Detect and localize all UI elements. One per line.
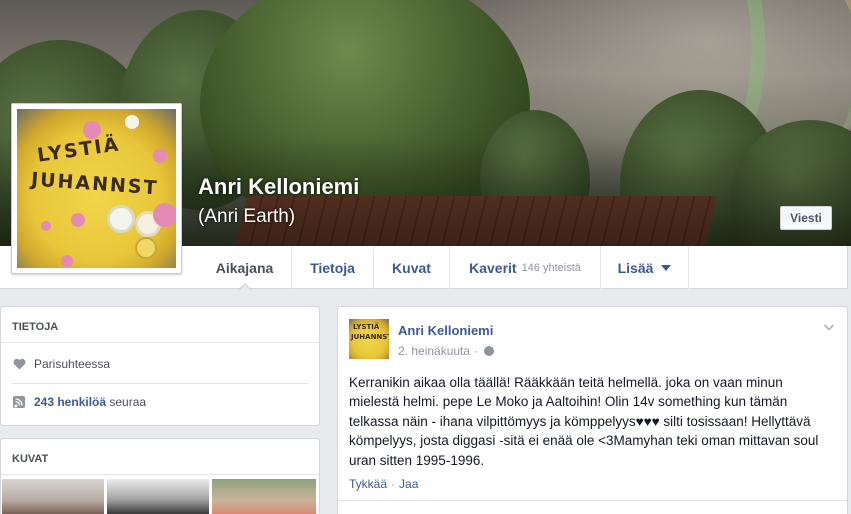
tab-label: Tietoja [310,259,355,276]
cake-text-line1: LYSTIÄ [353,323,380,331]
tab-label: Kuvat [392,259,431,276]
timeline-post: LYSTIÄ JUHANNST Anri Kelloniemi 2. heinä… [337,306,848,514]
about-title: TIETOJA [1,307,319,343]
post-date[interactable]: 2. heinäkuuta [398,344,470,358]
cake-flower [41,221,51,231]
heart-icon [12,357,26,371]
cake-text-line2: JUHANNST [351,333,389,341]
cake-flower [153,149,167,163]
cake-flower [107,205,135,233]
relationship-row[interactable]: Parisuhteessa [12,357,110,371]
cake-flower [71,213,85,227]
chevron-down-icon[interactable] [823,321,835,333]
relationship-status: Parisuhteessa [34,357,111,371]
photo-thumbnail[interactable] [2,479,104,514]
divider [12,383,308,384]
cake-flower [135,237,157,259]
followers-label: seuraa [106,395,147,409]
tab-more[interactable]: Lisää [601,246,689,289]
mutual-friends-count: 146 yhteistä [521,261,581,274]
followers-row[interactable]: 243 henkilöä seuraa [12,395,146,409]
tab-label: Lisää [617,259,654,276]
tab-friends[interactable]: Kaverit 146 yhteistä [450,246,601,289]
tab-timeline[interactable]: Aikajana [198,246,292,291]
post-meta: 2. heinäkuuta · [398,344,495,358]
photo-thumbnail[interactable] [212,479,316,514]
tab-photos[interactable]: Kuvat [374,246,450,289]
like-link[interactable]: Tykkää [349,477,387,491]
profile-alternate-name: (Anri Earth) [198,206,296,227]
meta-separator: · [474,344,479,358]
message-button[interactable]: Viesti [780,206,832,230]
divider [338,500,847,501]
action-separator: · [391,477,396,491]
globe-icon[interactable] [484,346,495,356]
tab-label: Kaverit [469,259,517,276]
cake-flower [61,255,73,267]
followers-count: 243 henkilöä [34,395,107,409]
rss-icon [12,395,26,409]
cake-flower [125,115,139,129]
cake-text-line1: LYSTIÄ [35,133,122,167]
share-link[interactable]: Jaa [399,477,418,491]
cake-flower [153,203,176,227]
photos-title: KUVAT [1,439,319,475]
tab-about[interactable]: Tietoja [292,246,374,289]
post-author-name[interactable]: Anri Kelloniemi [398,323,493,338]
tab-label: Aikajana [215,259,274,276]
post-text: Kerranikin aikaa olla täällä! Rääkkään t… [349,375,819,468]
post-actions: Tykkää · Jaa [349,477,418,491]
post-author-avatar[interactable]: LYSTIÄ JUHANNST [349,319,389,359]
cake-image: LYSTIÄ JUHANNST [17,109,176,268]
about-card: TIETOJA Parisuhteessa 243 henkilöä seura… [0,306,320,426]
cake-text-line2: JUHANNST [30,168,160,200]
cake-image: LYSTIÄ JUHANNST [349,319,389,359]
chevron-down-icon [661,264,672,271]
cake-flower [83,121,101,139]
profile-picture[interactable]: LYSTIÄ JUHANNST [11,103,182,274]
profile-name[interactable]: Anri Kelloniemi [198,174,359,200]
photo-thumbnail[interactable] [107,479,209,514]
